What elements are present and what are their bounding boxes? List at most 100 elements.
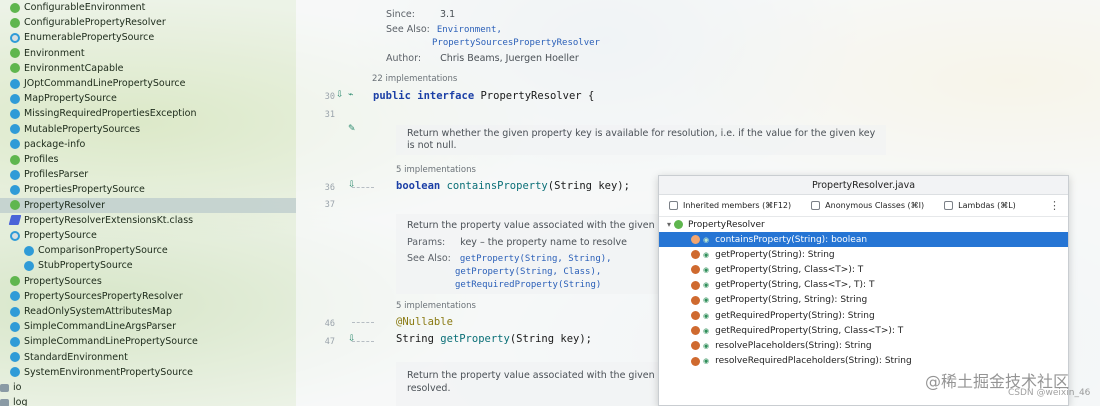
doc-label: See Also: <box>386 24 430 35</box>
structure-root[interactable]: ▾ PropertyResolver <box>659 217 1068 232</box>
public-visibility-icon: ◉ <box>703 341 710 350</box>
structure-member-label: getRequiredProperty(String, Class<T>): T <box>715 325 904 336</box>
structure-member-label: getRequiredProperty(String): String <box>715 310 875 321</box>
tree-item[interactable]: StubPropertySource <box>0 258 296 273</box>
method-args: (String key); <box>509 333 592 345</box>
line-number: 30 <box>324 92 335 102</box>
filter-inherited-members[interactable]: Inherited members (⌘F12) <box>669 201 791 210</box>
structure-member[interactable]: ◉ getProperty(String, Class<T>, T): T <box>659 278 1068 293</box>
tree-item-label: SimpleCommandLinePropertySource <box>24 336 198 348</box>
pin-icon[interactable]: ⌁ <box>348 90 353 100</box>
tree-item[interactable]: ReadOnlySystemAttributesMap <box>0 304 296 319</box>
project-tree[interactable]: ConfigurableEnvironment ConfigurablePrope… <box>0 0 296 406</box>
structure-member[interactable]: ◉ getRequiredProperty(String): String <box>659 308 1068 323</box>
abstract-class-icon <box>10 230 20 241</box>
tree-item[interactable]: JOptCommandLinePropertySource <box>0 76 296 91</box>
implementations-hint[interactable]: 5 implementations <box>396 301 476 311</box>
doc-link[interactable]: PropertySourcesPropertyResolver <box>432 38 600 48</box>
tree-item[interactable]: log <box>0 395 296 406</box>
tree-item-label: SimpleCommandLineArgsParser <box>24 321 177 333</box>
code-line-36[interactable]: boolean containsProperty(String key); <box>396 180 630 192</box>
tree-item[interactable]: ConfigurablePropertyResolver <box>0 15 296 30</box>
filter-anonymous-classes[interactable]: Anonymous Classes (⌘I) <box>811 201 924 210</box>
doc-see-also-row-2: PropertySourcesPropertyResolver <box>432 37 600 48</box>
class-icon <box>10 108 20 119</box>
implemented-method-icon[interactable]: ⇩ <box>348 180 356 190</box>
structure-member[interactable]: ◉ containsProperty(String): boolean <box>659 232 1068 247</box>
line-number: 46 <box>324 319 335 329</box>
filter-lambdas[interactable]: Lambdas (⌘L) <box>944 201 1016 210</box>
implementations-hint[interactable]: 22 implementations <box>372 74 457 84</box>
chevron-down-icon[interactable]: ▾ <box>667 220 671 229</box>
line-number: 31 <box>324 110 335 120</box>
implemented-method-icon[interactable]: ⇩ <box>348 334 356 344</box>
tree-item[interactable]: StandardEnvironment <box>0 350 296 365</box>
implemented-icon[interactable]: ⇩ <box>336 90 344 100</box>
tree-item-label: MissingRequiredPropertiesException <box>24 108 197 120</box>
tree-item[interactable]: SystemEnvironmentPropertySource <box>0 365 296 380</box>
code-line-30[interactable]: public interface PropertyResolver { <box>373 90 594 102</box>
class-icon <box>10 352 20 363</box>
tree-item[interactable]: Environment <box>0 46 296 61</box>
tree-item[interactable]: PropertySourcesPropertyResolver <box>0 289 296 304</box>
public-visibility-icon: ◉ <box>703 326 710 335</box>
checkbox-icon[interactable] <box>811 201 821 210</box>
tree-item[interactable]: MapPropertySource <box>0 91 296 106</box>
tree-item-label: ReadOnlySystemAttributesMap <box>24 306 173 317</box>
tree-item[interactable]: ConfigurableEnvironment <box>0 0 296 15</box>
structure-member[interactable]: ◉ getProperty(String): String <box>659 247 1068 262</box>
structure-member[interactable]: ◉ getRequiredProperty(String, Class<T>): … <box>659 323 1068 338</box>
doc-link[interactable]: getRequiredProperty(String) <box>455 280 601 290</box>
structure-member[interactable]: ◉ getProperty(String, String): String <box>659 293 1068 308</box>
tree-item-label: io <box>13 382 22 393</box>
tree-item[interactable]: PropertySource <box>0 228 296 243</box>
tree-item[interactable]: ComparisonPropertySource <box>0 243 296 258</box>
tree-item[interactable]: ProfilesParser <box>0 167 296 182</box>
interface-icon <box>10 48 20 59</box>
doc-link[interactable]: getProperty(String, String), <box>460 254 612 264</box>
tree-item-label: Profiles <box>24 154 59 165</box>
tree-item[interactable]: io <box>0 380 296 395</box>
doc-link[interactable]: getProperty(String, Class), <box>455 267 601 277</box>
doc-link[interactable]: Environment, <box>437 25 502 35</box>
tree-item[interactable]: PropertyResolverExtensionsKt.class <box>0 213 296 228</box>
doc-see-also-row: See Also: getProperty(String, String), <box>407 253 612 264</box>
edit-doc-icon[interactable]: ✎ <box>348 124 356 134</box>
tree-item[interactable]: MutablePropertySources <box>0 122 296 137</box>
structure-member[interactable]: ◉ resolvePlaceholders(String): String <box>659 338 1068 353</box>
tree-item[interactable]: PropertySources <box>0 274 296 289</box>
more-options-icon[interactable]: ⋮ <box>1049 199 1060 212</box>
public-visibility-icon: ◉ <box>703 250 710 259</box>
tree-item-label: ComparisonPropertySource <box>38 245 168 257</box>
tree-item-label: StubPropertySource <box>38 260 133 272</box>
checkbox-icon[interactable] <box>669 201 678 210</box>
code-line-47[interactable]: String getProperty(String key); <box>396 333 592 345</box>
abstract-class-icon <box>10 32 20 43</box>
class-icon <box>10 336 20 347</box>
annotation[interactable]: @Nullable <box>396 316 453 328</box>
structure-member[interactable]: ◉ resolveRequiredPlaceholders(String): St… <box>659 354 1068 369</box>
class-icon <box>10 78 20 89</box>
line-number: 47 <box>324 337 335 347</box>
tree-item[interactable]: MissingRequiredPropertiesException <box>0 106 296 121</box>
tree-item[interactable]: Profiles <box>0 152 296 167</box>
tree-item[interactable]: PropertyResolver <box>0 197 296 213</box>
tree-item[interactable]: PropertiesPropertySource <box>0 182 296 197</box>
tree-item[interactable]: EnumerablePropertySource <box>0 30 296 45</box>
method-name: containsProperty <box>446 180 548 192</box>
interface-icon <box>10 63 20 74</box>
tree-item[interactable]: EnvironmentCapable <box>0 61 296 76</box>
tree-item[interactable]: SimpleCommandLineArgsParser <box>0 319 296 334</box>
tree-item-label: PropertySources <box>24 275 102 287</box>
doc-value: 3.1 <box>440 9 456 20</box>
method-icon <box>691 356 700 366</box>
method-icon <box>691 280 700 290</box>
method-icon <box>691 265 700 275</box>
tree-item[interactable]: package-info <box>0 137 296 152</box>
doc-since-row: Since: 3.1 <box>386 9 455 20</box>
implementations-hint[interactable]: 5 implementations <box>396 165 476 175</box>
keyword: public interface <box>373 90 475 102</box>
checkbox-icon[interactable] <box>944 201 954 210</box>
tree-item[interactable]: SimpleCommandLinePropertySource <box>0 334 296 349</box>
structure-member[interactable]: ◉ getProperty(String, Class<T>): T <box>659 262 1068 277</box>
